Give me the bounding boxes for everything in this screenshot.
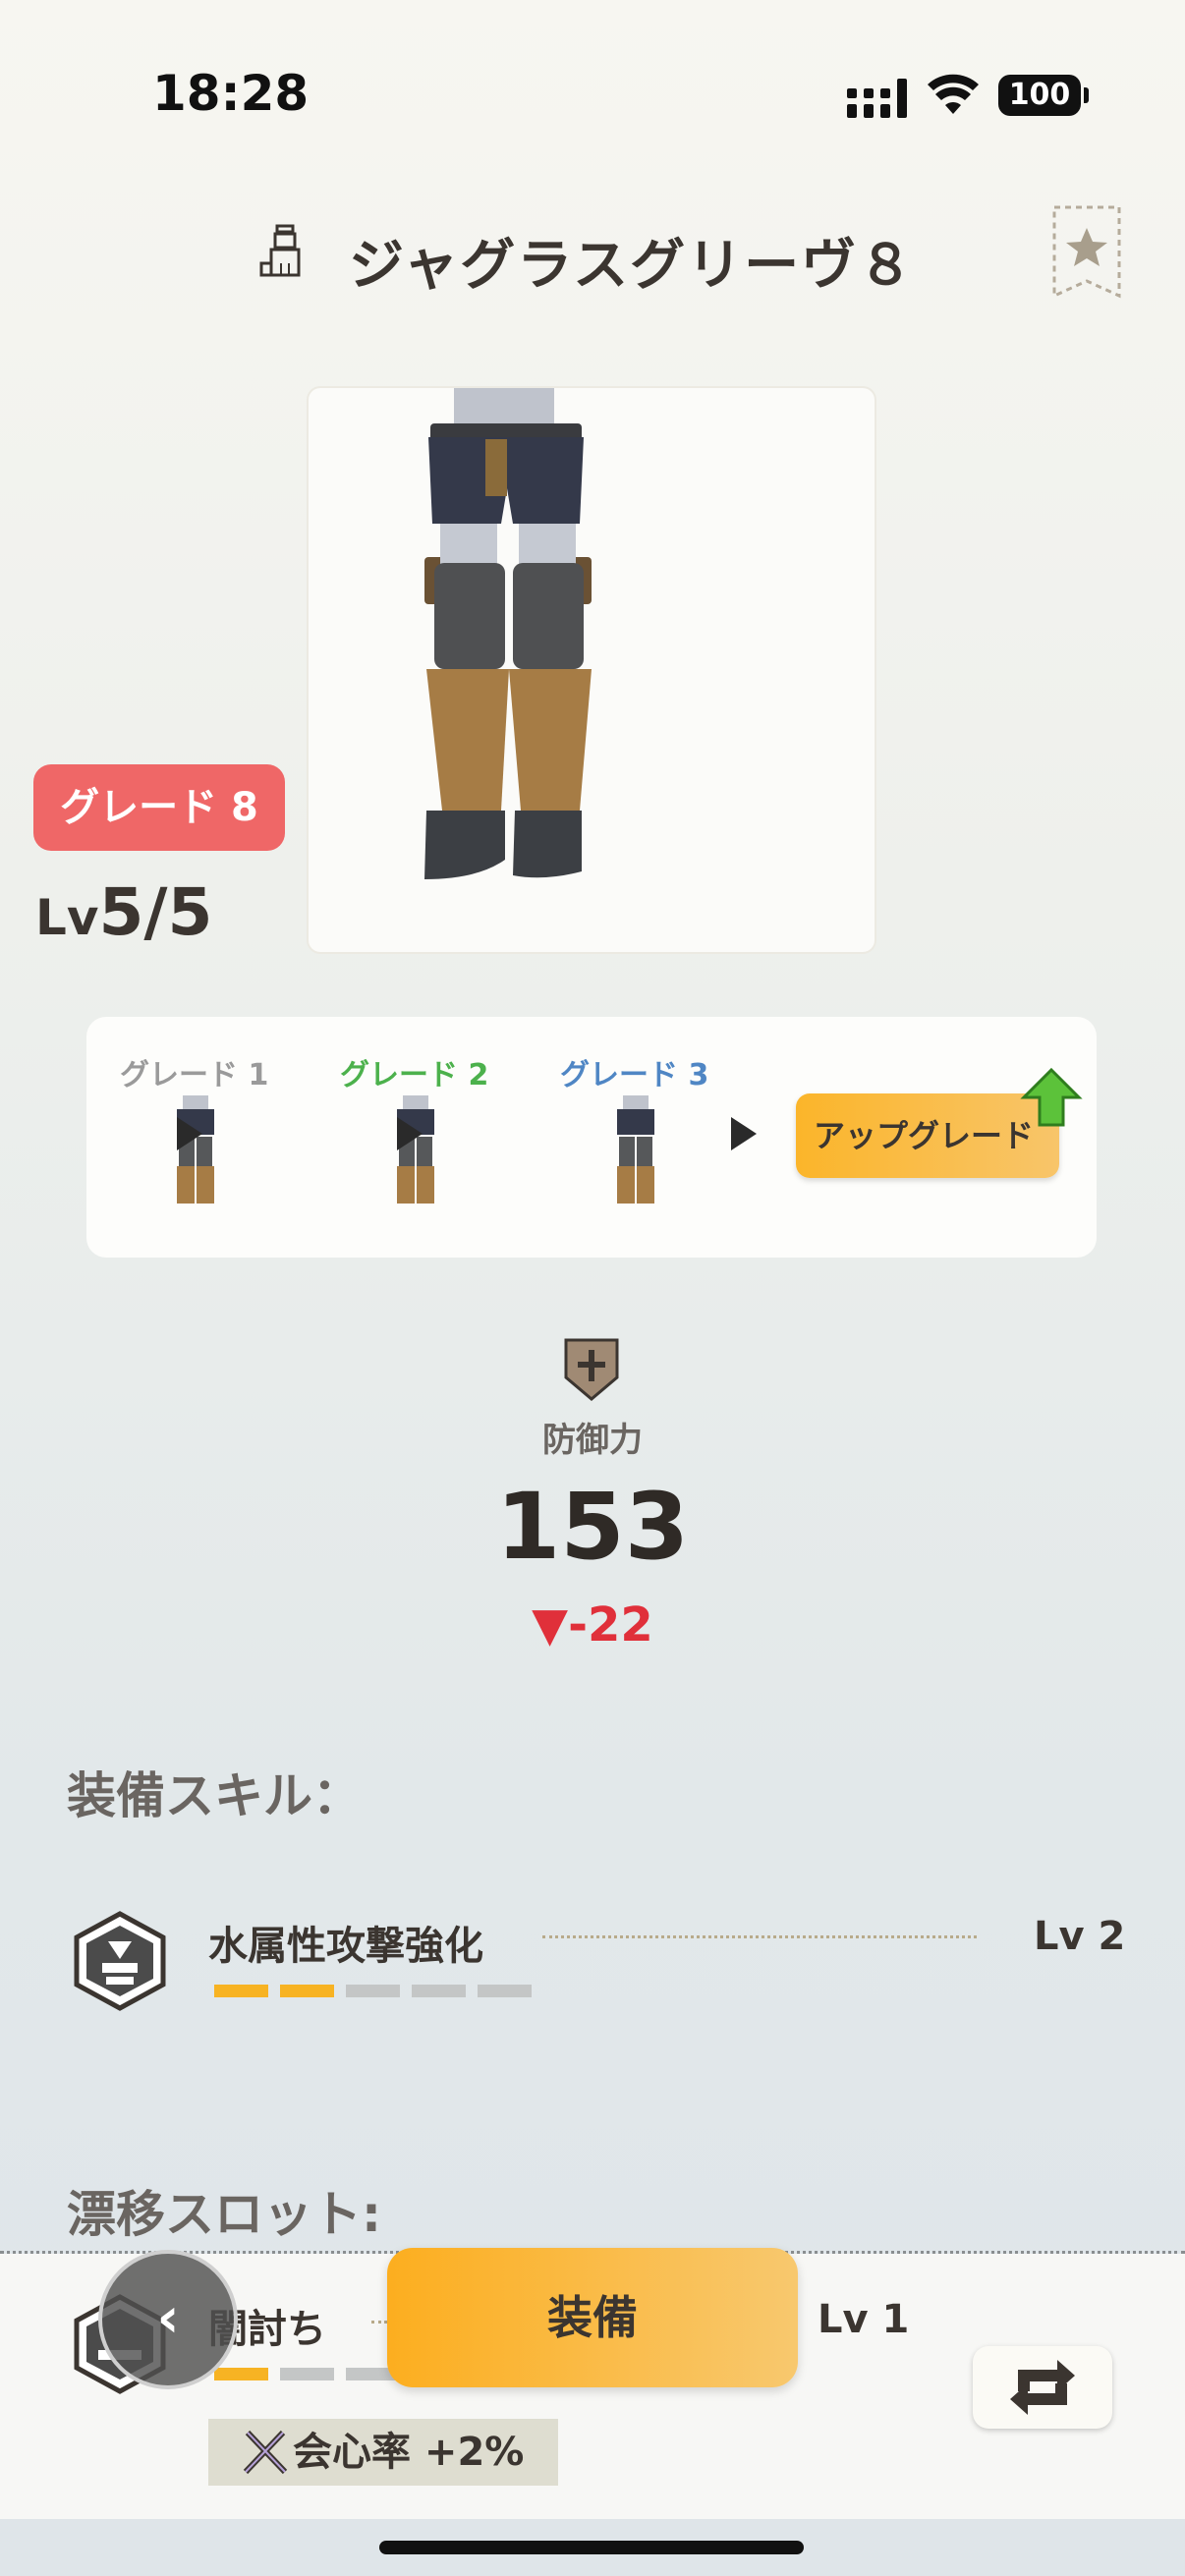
wifi-icon [928,74,979,114]
swap-button[interactable] [973,2346,1112,2429]
equip-skill-level: Lv 2 [1034,1914,1126,1959]
equip-button[interactable]: 装備 [387,2248,798,2387]
perk-text: 会心率 +2% [293,2430,525,2475]
perk-chip: 会心率 +2% [208,2419,558,2486]
grade-step-2-thumb [397,1095,434,1204]
water-attack-skill-icon[interactable] [69,1910,171,2012]
grade-step-3-label: グレード 3 [560,1058,709,1092]
level-pip [412,1985,466,1997]
defense-label: 防御力 [542,1421,643,1460]
item-title: ジャグラスグリーヴ８ [349,234,916,298]
crossed-swords-icon [243,2430,288,2475]
home-indicator [379,2541,804,2554]
step-arrow-2-icon [397,1117,423,1150]
level-pip [478,1985,532,1997]
signal-icon [847,79,907,118]
defense-value: 153 [495,1474,690,1581]
grade-step-1-label: グレード 1 [120,1058,269,1092]
step-arrow-1-icon [177,1117,202,1150]
battery-indicator: 100 [998,75,1089,116]
drift-skill-level: Lv 1 [818,2297,910,2342]
grade-badge: グレード 8 [33,764,285,851]
equip-skill-pips [214,1985,532,1997]
step-arrow-3-icon [731,1117,757,1150]
skill-divider [542,1935,977,1938]
item-level: Lv5/5 [35,874,212,950]
level-pip [214,1985,268,1997]
level-pip [346,1985,400,1997]
level-value: 5/5 [98,874,213,950]
defense-diff: ▼-22 [532,1597,653,1652]
back-button[interactable]: ‹ [98,2250,238,2389]
upgrade-arrow-icon [1020,1067,1083,1127]
swap-icon [1010,2360,1075,2415]
star-bookmark-icon[interactable] [1051,204,1122,299]
leg-armor-icon [259,224,301,277]
grade-step-2-label: グレード 2 [340,1058,489,1092]
grade-step-1-thumb [177,1095,214,1204]
shield-icon [564,1338,619,1401]
status-time: 18:28 [152,65,310,122]
drift-skill-pips [214,2368,400,2380]
equip-skill-name: 水属性攻撃強化 [208,1924,483,1969]
equip-skills-label: 装備スキル： [67,1767,362,1824]
grade-step-3-thumb [617,1095,654,1204]
level-pip [280,1985,334,1997]
upgrade-panel: グレード 1 グレード 2 グレード 3 アップグレード [86,1017,1097,1258]
level-pip [214,2368,268,2380]
level-prefix: Lv [35,889,99,946]
drift-slots-label: 漂移スロット: [67,2186,381,2243]
level-pip [280,2368,334,2380]
armor-render [424,388,592,879]
item-preview-image [307,386,876,954]
